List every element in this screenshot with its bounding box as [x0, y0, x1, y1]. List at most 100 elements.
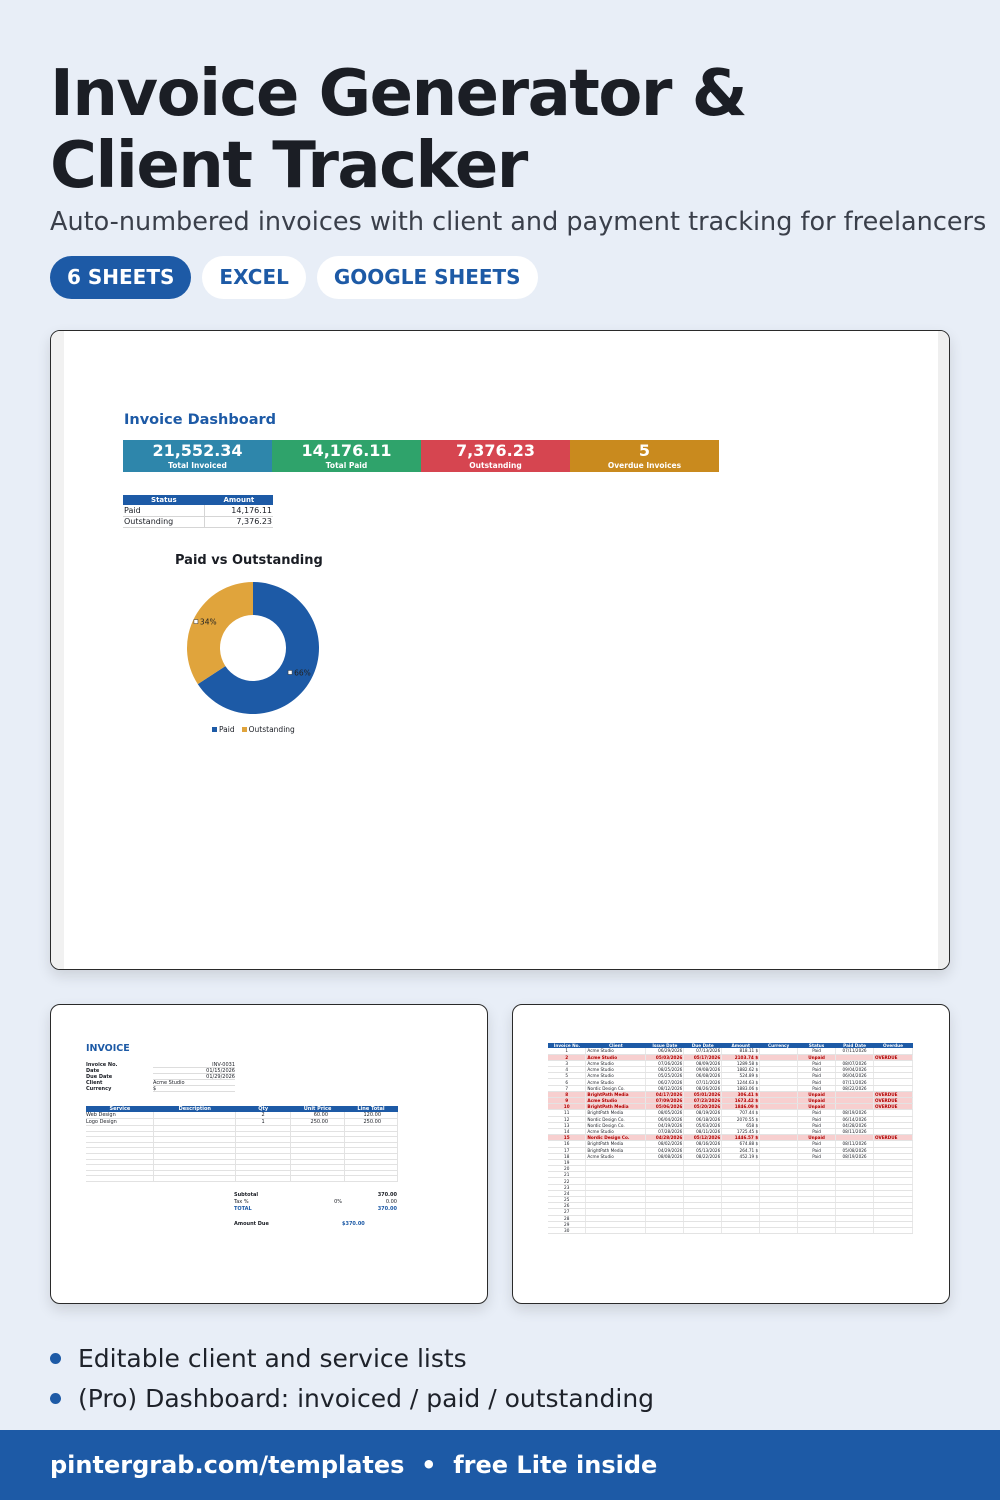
currency-value: $	[755, 1147, 759, 1153]
amount-value: 658	[746, 1122, 755, 1128]
data-label: 66%	[294, 668, 311, 677]
invoice-list-table: Invoice No. Client Issue Date Due Date Amoun…	[548, 1043, 913, 1235]
row-header-strip	[51, 331, 64, 969]
kpi-label: Total Invoiced	[168, 461, 227, 470]
data-label: 34%	[200, 618, 217, 627]
table-row: Logo Design 1 250.00 250.00	[86, 1118, 398, 1126]
currency-value: $	[755, 1067, 759, 1073]
kpi-overdue-invoices: 5 Overdue Invoices	[570, 440, 719, 472]
tag-list: 6 SHEETS EXCEL GOOGLE SHEETS	[50, 256, 538, 299]
amount-value: 524.89	[739, 1073, 755, 1079]
footer-text: pintergrab.com/templates • free Lite ins…	[50, 1451, 658, 1479]
amount-due-value: $370.00	[342, 1221, 365, 1227]
table-cell[interactable]: 30	[548, 1227, 587, 1235]
table-cell[interactable]	[873, 1227, 913, 1235]
table-cell[interactable]	[235, 1175, 292, 1182]
status-header: Status	[123, 495, 205, 505]
table-cell[interactable]: Logo Design	[86, 1118, 155, 1126]
table-cell[interactable]: 250.00	[344, 1118, 398, 1126]
tag-excel: EXCEL	[202, 256, 306, 299]
currency-value: $	[755, 1129, 759, 1135]
total-value: 370.00	[377, 1206, 397, 1212]
amount-value: 674.88	[739, 1141, 755, 1147]
kpi-value: 5	[638, 441, 651, 460]
field-value[interactable]: $	[153, 1086, 235, 1092]
table-cell[interactable]	[683, 1227, 723, 1235]
subtotal-label: Subtotal	[234, 1192, 259, 1198]
amount-value: 1289.58	[736, 1060, 755, 1066]
legend-label: Outstanding	[248, 725, 295, 734]
table-cell[interactable]	[153, 1175, 237, 1182]
table-cell[interactable]	[721, 1227, 761, 1235]
table-cell[interactable]	[645, 1227, 685, 1235]
invoice-totals: Subtotal 370.00 Tax % 0% 0.00 TOTAL 370.00 A…	[234, 1192, 397, 1228]
legend-label: Paid	[219, 725, 235, 734]
table-cell[interactable]: 250.00	[290, 1118, 346, 1126]
amount-value: 1883.06	[736, 1085, 755, 1091]
kpi-total-paid: 14,176.11 Total Paid	[272, 440, 421, 472]
invoice-preview: INVOICE Invoice No. INV-0031 Date 01/15/202…	[50, 1004, 488, 1304]
status-cell: Outstanding	[123, 516, 205, 528]
dashboard-preview: Invoice Dashboard 21,552.34 Total Invoic…	[50, 330, 950, 970]
currency-value: $	[755, 1141, 759, 1147]
amount-value: 818.11	[739, 1048, 755, 1054]
kpi-total-invoiced: 21,552.34 Total Invoiced	[123, 440, 272, 472]
status-cell: Paid	[123, 505, 205, 517]
amount-cell: 7,376.23	[204, 516, 273, 528]
feature-item: Editable client and service lists	[50, 1338, 654, 1378]
tag-sheets: 6 SHEETS	[50, 256, 192, 299]
table-cell[interactable]	[86, 1175, 155, 1182]
chart-title: Paid vs Outstanding	[175, 553, 323, 568]
amount-value: 1244.63	[736, 1079, 755, 1085]
feature-item: (Pro) Dashboard: invoiced / paid / outst…	[50, 1378, 654, 1418]
kpi-label: Outstanding	[469, 461, 522, 470]
kpi-value: 14,176.11	[301, 441, 392, 460]
currency-value: $	[755, 1048, 759, 1054]
currency-value: $	[755, 1098, 759, 1104]
currency-value: $	[755, 1060, 759, 1066]
table-cell[interactable]	[585, 1227, 647, 1235]
currency-value: $	[755, 1054, 759, 1060]
currency-value: $	[755, 1079, 759, 1085]
tax-value: 0.00	[385, 1199, 397, 1205]
invoice-list-preview: Invoice No. Client Issue Date Due Date Amoun…	[512, 1004, 950, 1304]
table-row: Outstanding 7,376.23	[123, 516, 273, 528]
currency-value: $	[755, 1153, 759, 1159]
feature-text: Editable client and service lists	[78, 1343, 467, 1373]
tax-percent: 0%	[334, 1199, 342, 1205]
table-cell[interactable]	[153, 1118, 237, 1126]
dashboard-title: Invoice Dashboard	[124, 412, 277, 428]
kpi-label: Total Paid	[325, 461, 368, 470]
currency-value: $	[755, 1116, 759, 1122]
table-cell[interactable]	[797, 1227, 837, 1235]
kpi-value: 21,552.34	[152, 441, 243, 460]
table-cell[interactable]: 1	[235, 1118, 292, 1126]
amount-value: 1846.09	[734, 1104, 754, 1110]
kpi-row: 21,552.34 Total Invoiced 14,176.11 Total…	[123, 440, 719, 472]
table-cell[interactable]	[759, 1227, 799, 1235]
footer-banner: pintergrab.com/templates • free Lite ins…	[0, 1430, 1000, 1500]
table-cell[interactable]	[290, 1175, 346, 1182]
bullet-icon	[50, 1352, 61, 1364]
subtotal-value: 370.00	[377, 1192, 397, 1198]
table-cell[interactable]	[835, 1227, 874, 1235]
kpi-label: Overdue Invoices	[607, 461, 682, 470]
currency-value: $	[755, 1091, 759, 1097]
page-subtitle: Auto-numbered invoices with client and p…	[50, 207, 987, 237]
table-cell[interactable]	[344, 1175, 398, 1182]
tax-label: Tax %	[234, 1199, 249, 1205]
amount-cell: 14,176.11	[204, 505, 273, 517]
chart-legend: Paid Outstanding	[212, 725, 295, 734]
amount-value: 306.41	[737, 1091, 754, 1097]
currency-value: $	[755, 1104, 759, 1110]
legend-swatch	[241, 727, 247, 732]
amount-value: 2103.74	[734, 1054, 754, 1060]
amount-value: 707.44	[739, 1110, 755, 1116]
feature-text: (Pro) Dashboard: invoiced / paid / outst…	[78, 1383, 655, 1413]
page-title: Invoice Generator & Client Tracker	[50, 57, 748, 203]
amount-value: 1446.57	[734, 1135, 754, 1141]
amount-value: 2070.55	[736, 1116, 755, 1122]
currency-value: $	[755, 1085, 759, 1091]
field-label: Currency	[86, 1086, 112, 1092]
table-row: 30	[548, 1227, 913, 1235]
